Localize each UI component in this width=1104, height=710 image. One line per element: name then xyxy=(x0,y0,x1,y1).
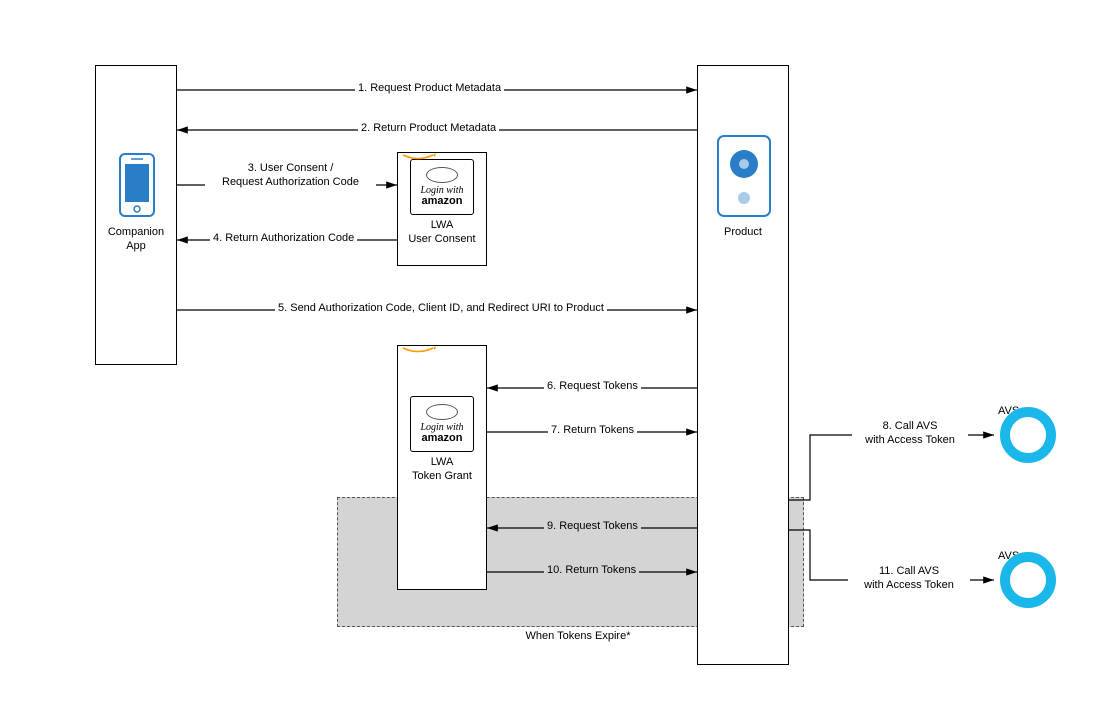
diagram-canvas: When Tokens Expire* Companion App Login … xyxy=(0,0,1104,710)
flow-3-label: 3. User Consent /Request Authorization C… xyxy=(205,162,376,190)
flow-5-label: 5. Send Authorization Code, Client ID, a… xyxy=(275,302,607,314)
flow-4-label: 4. Return Authorization Code xyxy=(210,232,357,244)
flow-7-label: 7. Return Tokens xyxy=(548,424,637,436)
flow-9-label: 9. Request Tokens xyxy=(544,520,641,532)
flow-1-label: 1. Request Product Metadata xyxy=(355,82,504,94)
flow-8-label: 8. Call AVSwith Access Token xyxy=(852,420,968,448)
flow-10-label: 10. Return Tokens xyxy=(544,564,639,576)
flow-2-label: 2. Return Product Metadata xyxy=(358,122,499,134)
flow-6-label: 6. Request Tokens xyxy=(544,380,641,392)
arrows-layer xyxy=(0,0,1104,710)
flow-11-label: 11. Call AVSwith Access Token xyxy=(848,565,970,593)
